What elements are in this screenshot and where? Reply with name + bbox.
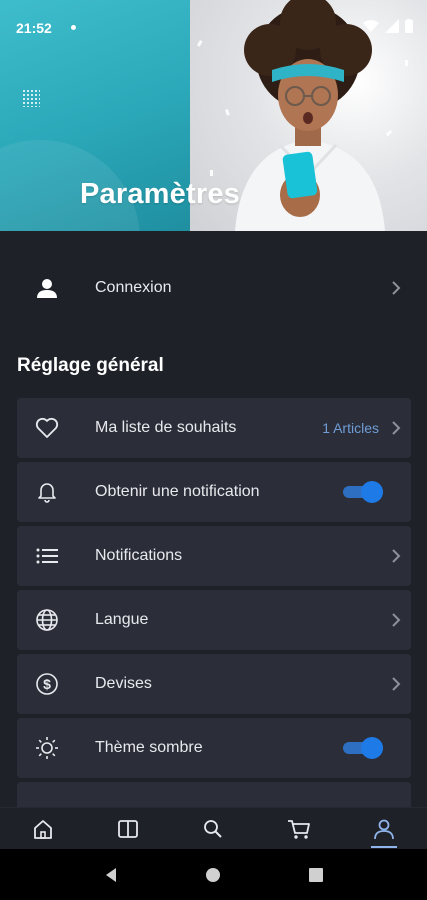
- nav-cart-icon[interactable]: [269, 808, 329, 850]
- next-settings-row[interactable]: [17, 782, 411, 807]
- battery-icon: [405, 19, 413, 33]
- grid-icon: [22, 89, 40, 107]
- dark-theme-row: Thème sombre: [17, 718, 411, 778]
- login-label: Connexion: [95, 279, 172, 296]
- dollar-icon: $: [17, 672, 77, 696]
- notification-dot-icon: [71, 25, 76, 30]
- notifications-label: Notifications: [95, 547, 183, 564]
- wishlist-count-badge: 1 Articles: [322, 420, 379, 436]
- section-title: Réglage général: [17, 355, 164, 376]
- get-notification-label: Obtenir une notification: [95, 483, 260, 500]
- language-label: Langue: [95, 611, 149, 628]
- signal-icon: [385, 19, 399, 33]
- bottom-navigation: [0, 807, 427, 849]
- wishlist-row[interactable]: Ma liste de souhaits 1 Articles: [17, 398, 411, 458]
- nav-profile-icon[interactable]: [354, 808, 414, 850]
- chevron-right-icon: [381, 548, 411, 564]
- sun-icon: [17, 736, 77, 760]
- status-bar: 21:52: [0, 0, 427, 56]
- currency-row[interactable]: $ Devises: [17, 654, 411, 714]
- language-row[interactable]: Langue: [17, 590, 411, 650]
- back-icon[interactable]: [103, 867, 119, 883]
- home-circle-icon[interactable]: [205, 867, 221, 883]
- chevron-right-icon: [381, 676, 411, 692]
- get-notification-row: Obtenir une notification: [17, 462, 411, 522]
- heart-icon: [17, 417, 77, 439]
- nav-home-icon[interactable]: [13, 808, 73, 850]
- system-navigation-bar: [0, 849, 427, 900]
- chevron-right-icon: [381, 280, 411, 296]
- svg-text:$: $: [43, 676, 51, 692]
- recents-icon[interactable]: [308, 867, 324, 883]
- settings-content: Connexion Réglage général Ma liste de so…: [0, 231, 427, 807]
- globe-icon: [17, 608, 77, 632]
- notifications-row[interactable]: Notifications: [17, 526, 411, 586]
- chevron-right-icon: [381, 612, 411, 628]
- currency-label: Devises: [95, 675, 152, 692]
- user-icon: [17, 277, 77, 299]
- notification-toggle[interactable]: [343, 481, 383, 503]
- status-time: 21:52: [16, 20, 52, 36]
- login-row[interactable]: Connexion: [17, 259, 411, 317]
- nav-catalog-icon[interactable]: [98, 808, 158, 850]
- chevron-right-icon: [381, 420, 411, 436]
- bell-icon: [17, 481, 77, 503]
- dark-theme-label: Thème sombre: [95, 739, 203, 756]
- list-icon: [17, 548, 77, 564]
- page-title: Paramètres: [80, 178, 240, 210]
- dark-theme-toggle[interactable]: [343, 737, 383, 759]
- wifi-icon: [363, 20, 379, 32]
- wishlist-label: Ma liste de souhaits: [95, 419, 237, 436]
- nav-search-icon[interactable]: [183, 808, 243, 850]
